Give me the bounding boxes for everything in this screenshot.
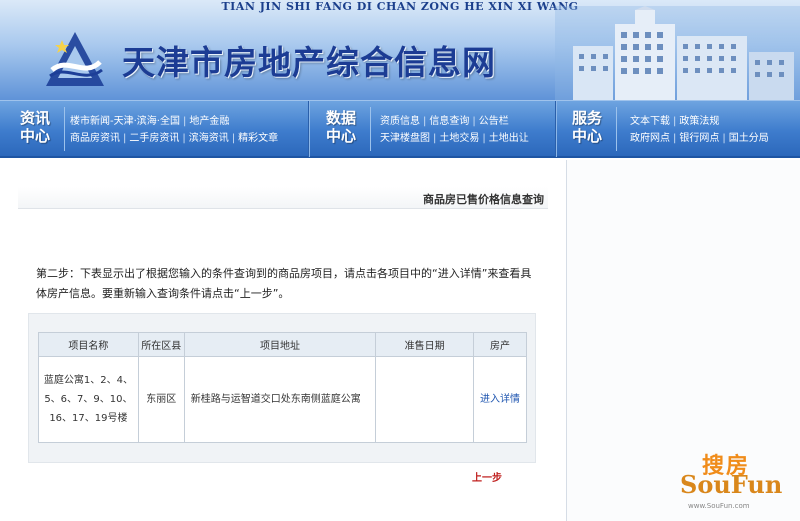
nav-divider	[616, 107, 617, 151]
nav-separator	[555, 101, 557, 157]
nav-link-qualification-info[interactable]: 资质信息	[380, 116, 420, 127]
address-cell: 新桂路与运智道交口处东南侧蓝庭公寓	[183, 356, 377, 443]
results-panel: 项目名称 所在区县 项目地址 准售日期 房产 蓝庭公寓1、2、4、5、6、7、9…	[28, 313, 536, 463]
nav-link-property-map[interactable]: 天津楼盘图	[380, 133, 430, 144]
nav-divider	[64, 107, 65, 151]
nav-links: 文本下载 | 政策法规 政府网点 | 银行网点 | 国土分局	[630, 113, 769, 147]
main-nav: 资讯 中心 楼市新闻-天津·滨海·全国 | 地产金融 商品房资讯 | 二手房资讯 | 滨海资…	[0, 100, 800, 158]
nav-link-land-transfer[interactable]: 土地出让	[489, 133, 529, 144]
column-header: 所在区县	[137, 332, 185, 357]
column-header: 项目名称	[38, 332, 139, 357]
page-heading-bar: 商品房已售价格信息查询	[18, 187, 548, 209]
nav-row: 政府网点 | 银行网点 | 国土分局	[630, 133, 769, 144]
nav-link-policies-regulations[interactable]: 政策法规	[679, 116, 719, 127]
soufun-watermark: 搜房 SouFun www.SouFun.com	[680, 448, 790, 516]
watermark-url-text: www.SouFun.com	[688, 502, 750, 510]
project-name-cell: 蓝庭公寓1、2、4、5、6、7、9、10、16、17、19号楼	[38, 356, 139, 443]
column-header: 房产	[473, 332, 527, 357]
district-cell: 东丽区	[137, 356, 185, 443]
watermark-en-text: SouFun	[680, 470, 783, 499]
nav-links: 资质信息 | 信息查询 | 公告栏 天津楼盘图 | 土地交易 | 土地出让	[380, 113, 529, 147]
nav-link-land-bureaus[interactable]: 国土分局	[729, 133, 769, 144]
nav-divider	[370, 107, 371, 151]
nav-link-info-query[interactable]: 信息查询	[429, 116, 469, 127]
nav-link-featured-articles[interactable]: 精彩文章	[238, 133, 278, 144]
site-logo-icon[interactable]	[40, 26, 110, 92]
nav-link-document-download[interactable]: 文本下载	[630, 116, 670, 127]
column-header: 项目地址	[183, 332, 377, 357]
nav-link-binhai-news[interactable]: 滨海资讯	[189, 133, 229, 144]
nav-row: 文本下载 | 政策法规	[630, 116, 720, 127]
table-row: 蓝庭公寓1、2、4、5、6、7、9、10、16、17、19号楼 东丽区 新桂路与…	[38, 356, 527, 443]
instruction-text: 第二步：下表显示出了根据您输入的条件查询到的商品房项目，请点击各项目中的“进入详…	[36, 267, 532, 300]
view-details-link[interactable]: 进入详情	[480, 394, 520, 405]
nav-link-property-finance[interactable]: 地产金融	[189, 116, 229, 127]
building-illustration	[555, 6, 800, 100]
nav-group-heading[interactable]: 服务 中心	[564, 109, 610, 145]
previous-step-link[interactable]: 上一步	[472, 469, 502, 484]
site-banner: TIAN JIN SHI FANG DI CHAN ZONG HE XIN XI…	[0, 0, 800, 100]
nav-separator	[308, 101, 310, 157]
page-title: 商品房已售价格信息查询	[423, 193, 544, 206]
nav-row: 天津楼盘图 | 土地交易 | 土地出让	[380, 133, 529, 144]
nav-link-market-news[interactable]: 楼市新闻-天津·滨海·全国	[70, 116, 180, 127]
nav-row: 楼市新闻-天津·滨海·全国 | 地产金融	[70, 116, 230, 127]
nav-row: 资质信息 | 信息查询 | 公告栏	[380, 116, 509, 127]
nav-link-land-trading[interactable]: 土地交易	[439, 133, 479, 144]
property-cell: 进入详情	[473, 356, 527, 443]
nav-link-resale-homes[interactable]: 二手房资讯	[129, 133, 179, 144]
site-title: 天津市房地产综合信息网	[122, 43, 496, 82]
nav-group-heading[interactable]: 数据 中心	[318, 109, 364, 145]
results-table: 项目名称 所在区县 项目地址 准售日期 房产 蓝庭公寓1、2、4、5、6、7、9…	[38, 332, 527, 443]
nav-link-government-offices[interactable]: 政府网点	[630, 133, 670, 144]
nav-links: 楼市新闻-天津·滨海·全国 | 地产金融 商品房资讯 | 二手房资讯 | 滨海资讯 | 精彩文章	[70, 113, 278, 147]
nav-link-bank-branches[interactable]: 银行网点	[679, 133, 719, 144]
nav-row: 商品房资讯 | 二手房资讯 | 滨海资讯 | 精彩文章	[70, 133, 279, 144]
nav-group-heading[interactable]: 资讯 中心	[12, 109, 58, 145]
table-header-row: 项目名称 所在区县 项目地址 准售日期 房产	[38, 332, 527, 357]
main-content: 商品房已售价格信息查询 第二步：下表显示出了根据您输入的条件查询到的商品房项目，…	[0, 160, 566, 521]
nav-link-bulletin-board[interactable]: 公告栏	[479, 116, 509, 127]
sale-date-cell	[375, 356, 475, 443]
column-header: 准售日期	[375, 332, 475, 357]
nav-link-new-homes[interactable]: 商品房资讯	[70, 133, 120, 144]
